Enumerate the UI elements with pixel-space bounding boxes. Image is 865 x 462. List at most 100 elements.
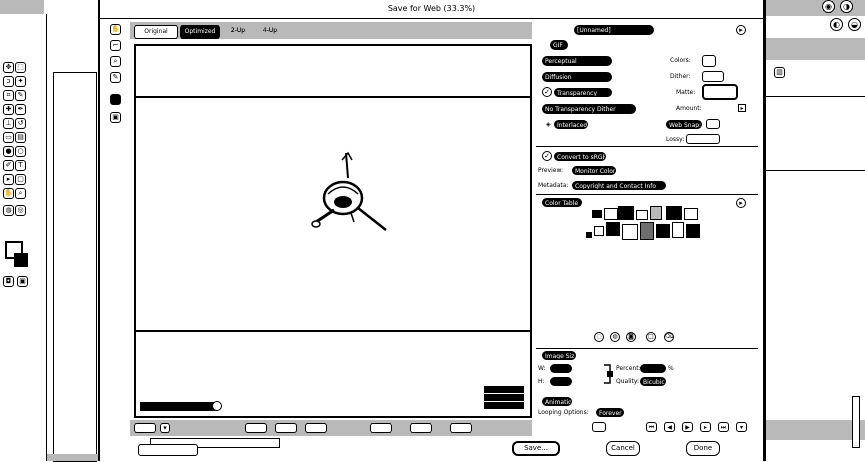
new-color-icon[interactable]: □ (646, 332, 656, 342)
color-swatch[interactable] (686, 224, 700, 238)
status-g-field[interactable] (275, 423, 297, 433)
magic-wand-icon[interactable]: ✦ (15, 76, 26, 87)
dither-field[interactable] (702, 71, 724, 82)
delete-color-icon[interactable]: ⌫ (664, 332, 674, 342)
tab-4up[interactable]: 4-Up (256, 25, 284, 37)
constrain-proportions-icon[interactable] (602, 362, 614, 386)
marquee-tool-icon[interactable]: ⬚ (15, 62, 26, 73)
move-tool-icon[interactable]: ✥ (3, 62, 14, 73)
tab-optimized[interactable]: Optimized (180, 25, 220, 39)
done-button[interactable]: Done (686, 441, 720, 456)
color-swatch[interactable] (594, 226, 604, 236)
format-select[interactable]: GIF (550, 40, 568, 50)
shape-tool-icon[interactable]: ▢ (15, 174, 26, 185)
toggle-slices-icon[interactable]: ▣ (110, 112, 121, 123)
play-icon[interactable]: ▶ (682, 422, 693, 432)
hand-tool-icon[interactable]: ✋ (110, 24, 121, 35)
prev-frame-icon[interactable]: ◀ (664, 422, 675, 432)
color-swatch[interactable] (592, 210, 602, 218)
eyedropper-icon[interactable]: ✎ (110, 72, 121, 83)
color-swatch[interactable] (684, 208, 698, 220)
interlaced-checkbox-icon[interactable]: ◈ (546, 121, 551, 128)
convert-srgb-checkbox[interactable]: ✓ (542, 151, 552, 161)
device-central-button[interactable] (138, 444, 198, 456)
tab-original[interactable]: Original (134, 25, 178, 39)
slice-select-icon[interactable]: ⌐ (110, 40, 121, 51)
frame-menu-icon[interactable]: ▾ (736, 422, 747, 432)
image-width-field[interactable] (550, 364, 572, 373)
ps-panel-icon-a[interactable]: ◉ (822, 0, 835, 13)
last-frame-icon[interactable]: ⏭ (718, 422, 729, 432)
reduction-select[interactable]: Perceptual (542, 56, 612, 66)
ps-panel-icon-b[interactable]: ◑ (840, 0, 853, 13)
zoom-tool-icon[interactable]: ⌕ (15, 188, 26, 199)
status-b-field[interactable] (305, 423, 327, 433)
optimize-menu-icon[interactable]: ▸ (736, 25, 746, 35)
color-swatch[interactable] (618, 206, 634, 220)
pen-tool-icon[interactable]: ✐ (3, 160, 14, 171)
tab-2up[interactable]: 2-Up (224, 25, 252, 37)
preview-area[interactable] (134, 44, 532, 418)
eraser-tool-icon[interactable]: ▭ (3, 132, 14, 143)
lock-color-icon[interactable]: ◙ (626, 332, 636, 342)
preview-menu-icon[interactable] (212, 401, 222, 411)
amount-arrow-icon[interactable]: ▸ (738, 104, 746, 112)
zoom-level-select[interactable] (134, 423, 156, 433)
next-frame-icon[interactable]: ▸ (700, 422, 711, 432)
color-swatch[interactable] (640, 222, 654, 240)
ps-panel-icon-c[interactable]: ◐ (830, 18, 843, 31)
percent-field[interactable] (640, 364, 666, 373)
matte-color-swatch[interactable] (702, 84, 738, 100)
type-tool-icon[interactable]: T (15, 160, 26, 171)
3d-orbit-icon[interactable]: ◎ (15, 205, 26, 216)
3d-rotate-icon[interactable]: ◍ (3, 205, 14, 216)
path-select-icon[interactable]: ▸ (3, 174, 14, 185)
eyedropper-color-icon[interactable] (110, 94, 121, 105)
looping-select[interactable]: Forever (596, 408, 624, 417)
color-swatch[interactable] (636, 210, 648, 220)
color-swatch[interactable] (650, 206, 662, 220)
status-index-field[interactable] (450, 423, 472, 433)
color-swatch[interactable] (666, 206, 682, 220)
eyedropper-tool-icon[interactable]: ✎ (15, 90, 26, 101)
first-frame-icon[interactable]: ⏮ (646, 422, 657, 432)
dodge-tool-icon[interactable]: ○ (15, 146, 26, 157)
zoom-tool-icon[interactable]: ⌕ (110, 56, 121, 67)
zoom-dropdown-icon[interactable]: ▾ (160, 423, 170, 433)
dither-algorithm-select[interactable]: Diffusion (542, 72, 612, 82)
image-height-field[interactable] (550, 377, 572, 386)
status-r-field[interactable] (245, 423, 267, 433)
background-color-swatch[interactable] (14, 253, 28, 267)
color-swatch[interactable] (604, 208, 618, 220)
preview-select[interactable]: Monitor Color (572, 166, 616, 175)
ps-panel-icon-d[interactable]: ◒ (848, 18, 861, 31)
map-to-transparent-icon[interactable]: ◌ (594, 332, 604, 342)
colors-field[interactable] (702, 55, 716, 67)
crop-tool-icon[interactable]: ⌗ (3, 90, 14, 101)
history-brush-icon[interactable]: ↺ (15, 118, 26, 129)
lossy-field[interactable] (686, 134, 720, 144)
web-snap-field[interactable] (706, 119, 720, 129)
status-alpha-field[interactable] (370, 423, 392, 433)
status-hex-field[interactable] (410, 423, 432, 433)
quick-mask-icon[interactable]: ◘ (3, 276, 14, 287)
brush-tool-icon[interactable]: ✒ (15, 104, 26, 115)
lasso-tool-icon[interactable]: ↄ (3, 76, 14, 87)
save-button[interactable]: Save... (512, 441, 560, 456)
color-swatch[interactable] (586, 232, 592, 238)
gradient-tool-icon[interactable]: ▤ (15, 132, 26, 143)
cancel-button[interactable]: Cancel (606, 441, 640, 456)
color-swatch[interactable] (622, 224, 638, 240)
color-swatch[interactable] (606, 222, 620, 236)
frame-counter-field[interactable] (592, 422, 606, 432)
ps-adjust-icon[interactable]: ▥ (774, 67, 785, 78)
color-table-menu-icon[interactable]: ▸ (736, 198, 746, 208)
color-swatch[interactable] (672, 222, 684, 238)
blur-tool-icon[interactable]: ● (3, 146, 14, 157)
color-swatch[interactable] (656, 224, 670, 238)
healing-tool-icon[interactable]: ✚ (3, 104, 14, 115)
ps-scrollbar[interactable] (852, 396, 860, 448)
color-table-grid[interactable] (586, 206, 720, 244)
web-shift-icon[interactable]: ◍ (610, 332, 620, 342)
preset-select[interactable]: [Unnamed] (574, 25, 654, 35)
